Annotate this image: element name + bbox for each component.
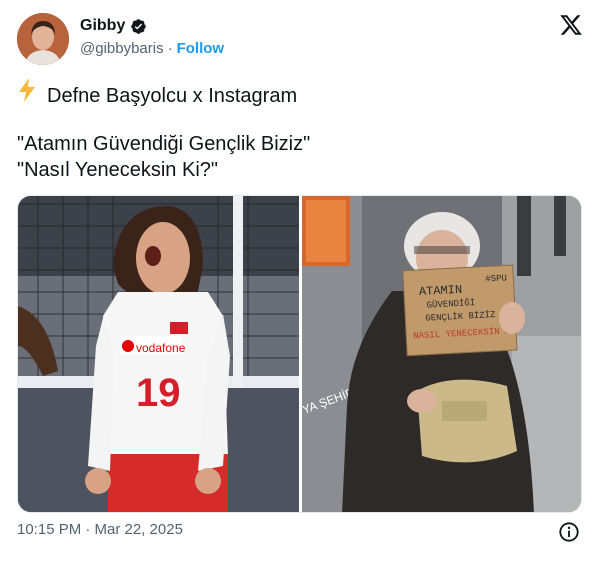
tweet-text-line-2: "Atamın Güvendiği Gençlik Biziz"	[17, 133, 311, 155]
tweet-media[interactable]: vodafone 19 YA ŞEHİR ATAMIN #SPU GÜVENDİ…	[17, 195, 582, 513]
lightning-icon	[17, 78, 39, 109]
tweet-text-line-1: Defne Başyolcu x Instagram	[17, 78, 297, 109]
sign-line-1: ATAMIN	[419, 283, 463, 299]
info-icon[interactable]	[558, 521, 580, 543]
tweet-timestamp[interactable]: 10:15 PM · Mar 22, 2025	[17, 521, 183, 538]
follow-button[interactable]: Follow	[177, 40, 225, 57]
photo-woman-with-sign[interactable]: YA ŞEHİR ATAMIN #SPU GÜVENDİĞİ GENÇLİK B…	[302, 196, 581, 512]
author-display-name[interactable]: Gibby	[80, 17, 125, 35]
tweet-text-title: Defne Başyolcu x Instagram	[47, 85, 298, 107]
jersey-number: 19	[136, 371, 181, 415]
x-logo-icon[interactable]	[559, 13, 583, 37]
verified-badge-icon	[131, 18, 147, 34]
tweet-text-line-3: "Nasıl Yeneceksin Ki?"	[17, 159, 218, 181]
handle-separator: ·	[167, 40, 173, 57]
author-handle[interactable]: @gibbybaris	[80, 40, 164, 57]
photo-volleyball-player[interactable]: vodafone 19	[18, 196, 299, 512]
avatar[interactable]	[17, 13, 69, 65]
jersey-brand: vodafone	[136, 341, 186, 355]
sign-tag: #SPU	[485, 273, 507, 284]
